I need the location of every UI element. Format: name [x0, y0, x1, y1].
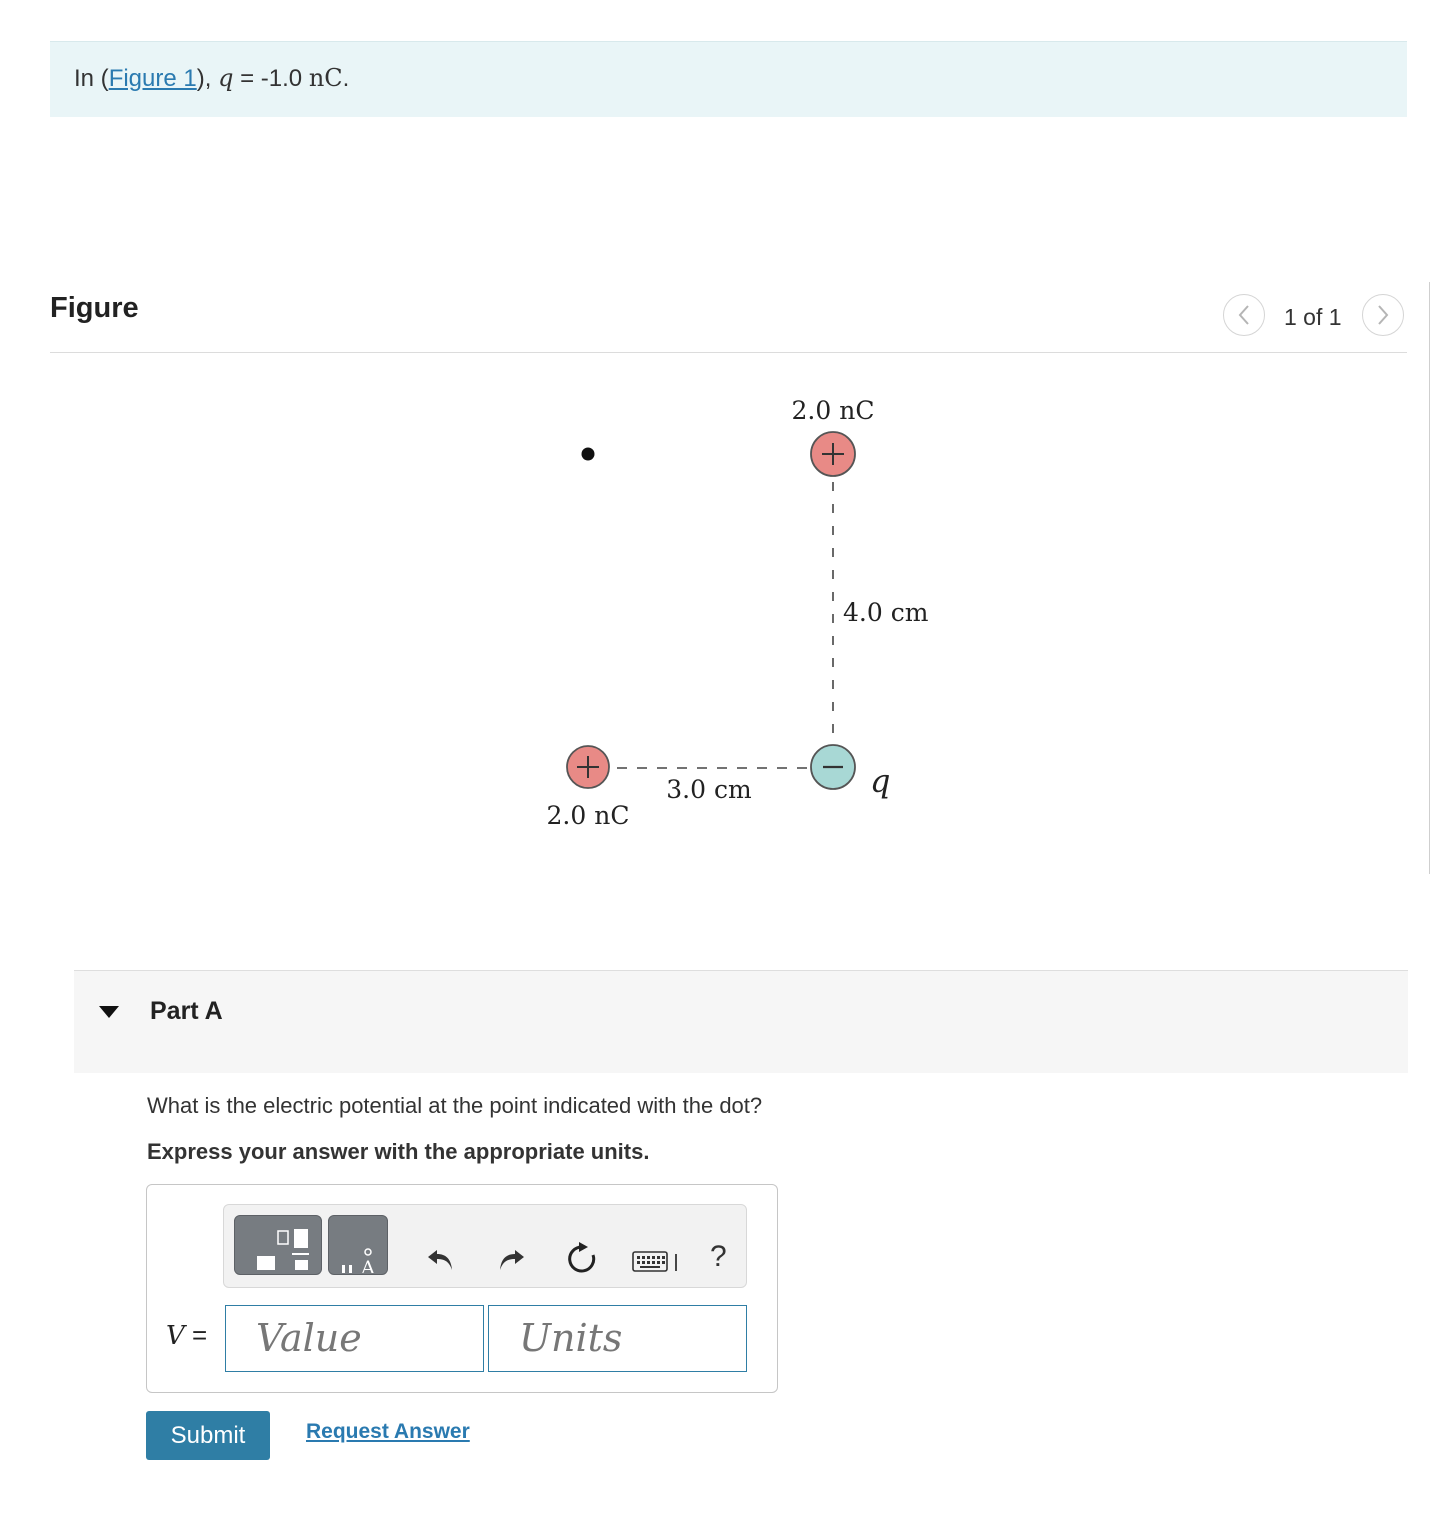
undo-icon	[428, 1250, 452, 1270]
templates-icon	[257, 1229, 309, 1270]
intro-unit: nC	[308, 64, 343, 92]
top-charge-label: 2.0 nC	[792, 396, 875, 425]
vertical-distance-label: 4.0 cm	[843, 598, 929, 627]
keyboard-icon	[632, 1251, 677, 1272]
keyboard-button[interactable]	[630, 1246, 682, 1276]
figure-link[interactable]: Figure 1	[109, 65, 197, 92]
horizontal-distance-label: 3.0 cm	[666, 775, 752, 804]
help-button[interactable]: ?	[710, 1240, 727, 1274]
units-icon: A	[342, 1248, 375, 1273]
reset-icon	[568, 1242, 596, 1273]
undo-button[interactable]	[422, 1240, 458, 1276]
charge-diagram: 2.0 nC 4.0 cm 2.0 nC 3.0 cm q	[547, 396, 929, 830]
left-charge-label: 2.0 nC	[547, 801, 630, 830]
figure-divider	[50, 352, 1407, 353]
left-positive-charge	[566, 745, 610, 789]
intro-prefix: In (	[74, 65, 109, 92]
intro-suffix: ),	[196, 65, 219, 92]
part-a-header[interactable]	[74, 970, 1408, 1073]
q-label: q	[870, 762, 890, 800]
part-title: Part A	[150, 997, 223, 1025]
negative-charge-q	[810, 744, 856, 790]
problem-intro: In (Figure 1), q = -1.0 nC.	[50, 41, 1407, 117]
templates-button[interactable]	[234, 1215, 322, 1275]
redo-icon	[500, 1250, 524, 1270]
figure-pager: 1 of 1	[1284, 304, 1342, 330]
intro-end: .	[342, 65, 350, 92]
request-answer-link[interactable]: Request Answer	[306, 1420, 470, 1444]
redo-button[interactable]	[494, 1240, 530, 1276]
top-positive-charge	[810, 431, 856, 477]
next-figure-button[interactable]	[1362, 294, 1404, 336]
figure-panel-border	[1429, 282, 1430, 874]
intro-eq: = -1.0	[233, 65, 309, 92]
equals-sign: =	[184, 1320, 208, 1350]
value-input[interactable]: Value	[225, 1305, 484, 1372]
point-dot	[581, 447, 595, 461]
reset-button[interactable]	[563, 1240, 601, 1278]
figure-title: Figure	[50, 292, 139, 324]
intro-var: q	[218, 64, 234, 92]
instruction-text: Express your answer with the appropriate…	[147, 1139, 650, 1164]
chevron-right-icon	[1378, 305, 1389, 325]
variable-label: V =	[166, 1320, 207, 1351]
intro-text: In (Figure 1), q = -1.0 nC.	[74, 64, 349, 93]
prev-figure-button[interactable]	[1223, 294, 1265, 336]
chevron-left-icon	[1238, 305, 1249, 325]
submit-button[interactable]: Submit	[146, 1411, 270, 1460]
units-button[interactable]: A	[328, 1215, 388, 1275]
variable-symbol: V	[166, 1321, 185, 1351]
collapse-triangle-icon[interactable]	[98, 1005, 120, 1019]
question-text: What is the electric potential at the po…	[147, 1093, 763, 1118]
svg-text:A: A	[360, 1257, 375, 1273]
units-input[interactable]: Units	[488, 1305, 747, 1372]
